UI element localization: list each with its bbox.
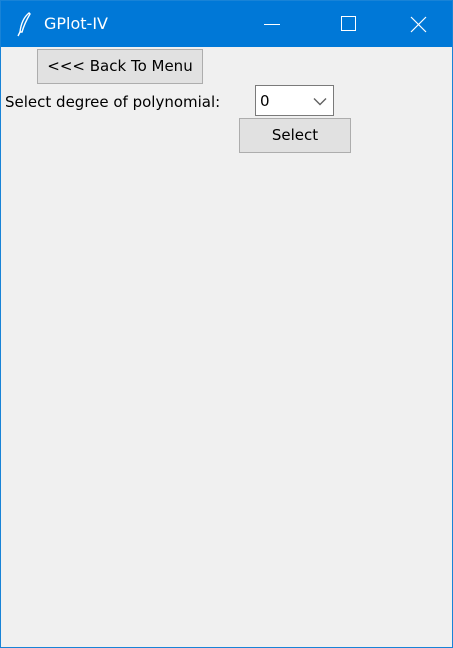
close-icon [410, 16, 427, 33]
back-to-menu-button[interactable]: <<< Back To Menu [37, 49, 203, 84]
app-window: GPlot-IV <<< Back To Menu Select degree … [0, 0, 453, 648]
minimize-button[interactable] [250, 1, 296, 47]
chevron-down-icon[interactable] [313, 97, 327, 106]
maximize-button[interactable] [324, 1, 370, 47]
client-area: <<< Back To Menu Select degree of polyno… [1, 47, 452, 647]
title-bar[interactable]: GPlot-IV [1, 1, 452, 47]
select-button[interactable]: Select [239, 118, 351, 153]
minimize-icon [264, 24, 280, 25]
degree-label: Select degree of polynomial: [5, 93, 221, 111]
window-title: GPlot-IV [44, 14, 108, 33]
degree-combobox[interactable]: 0 [255, 85, 334, 116]
degree-value: 0 [260, 92, 270, 110]
feather-icon [15, 10, 35, 38]
close-button[interactable] [395, 1, 441, 47]
maximize-icon [341, 16, 356, 31]
